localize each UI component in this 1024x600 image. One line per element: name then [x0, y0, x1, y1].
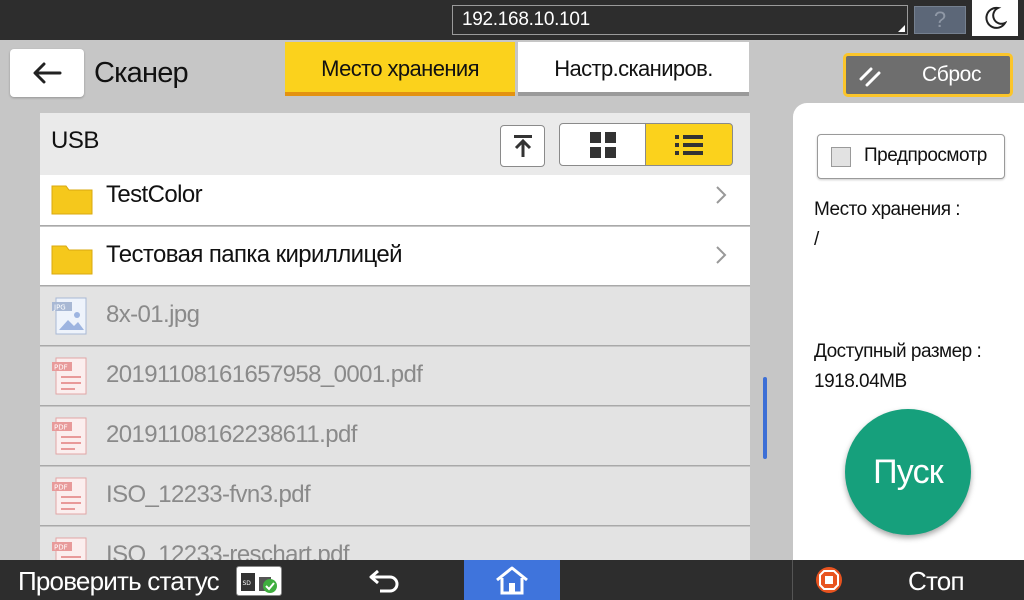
home-button[interactable]	[464, 560, 560, 600]
available-size-value: 1918.04MB	[814, 371, 907, 392]
item-name: Тестовая папка кириллицей	[106, 241, 403, 268]
moon-icon	[985, 6, 1007, 29]
item-name: ISO_12233-fvn3.pdf	[106, 481, 311, 508]
item-name: TestColor	[106, 181, 203, 208]
list-item[interactable]: TestColor	[40, 175, 750, 226]
arrow-left-icon	[33, 62, 62, 84]
chevron-right-icon	[716, 246, 727, 264]
list-item[interactable]: Тестовая папка кириллицей	[40, 227, 750, 286]
check-status-button[interactable]: Проверить статус	[18, 564, 220, 598]
svg-text:PDF: PDF	[54, 364, 68, 372]
address-field[interactable]: 192.168.10.101	[452, 5, 908, 35]
pdf-file-icon: PDF	[52, 477, 87, 515]
list-view-button[interactable]	[645, 123, 733, 166]
pdf-file-icon: PDF	[52, 357, 87, 395]
sd-card-status-icon[interactable]: SD	[236, 566, 282, 596]
address-text: 192.168.10.101	[462, 9, 590, 30]
path-bar: USB	[40, 113, 750, 175]
chevron-right-icon	[716, 186, 727, 204]
folder-icon	[51, 245, 93, 275]
scrollbar-thumb[interactable]	[763, 377, 767, 459]
list-item: PDF ISO_12233-reschart.pdf	[40, 527, 750, 560]
grid-icon	[589, 131, 616, 158]
available-size-label: Доступный размер :	[814, 341, 982, 362]
svg-text:SD: SD	[243, 580, 252, 587]
list-item: PDF 20191108162238611.pdf	[40, 407, 750, 466]
preview-label: Предпросмотр	[864, 145, 987, 166]
item-name: 20191108161657958_0001.pdf	[106, 361, 423, 388]
reset-icon	[859, 67, 881, 87]
scan-side-panel: Предпросмотр Место хранения : / Доступны…	[793, 103, 1024, 560]
reset-button[interactable]: Сброс	[843, 53, 1013, 97]
grid-view-button[interactable]	[559, 123, 646, 166]
item-name: 20191108162238611.pdf	[106, 421, 357, 448]
start-button[interactable]: Пуск	[845, 409, 971, 535]
preview-toggle[interactable]: Предпросмотр	[817, 134, 1005, 179]
back-button[interactable]	[10, 49, 84, 97]
reset-label: Сброс	[922, 63, 982, 86]
current-path: USB	[51, 127, 99, 154]
svg-text:JPG: JPG	[53, 304, 66, 312]
folder-icon	[51, 185, 93, 215]
list-item: PDF 20191108161657958_0001.pdf	[40, 347, 750, 406]
tab-scan-settings[interactable]: Настр.сканиров.	[518, 42, 749, 96]
jpg-file-icon: JPG	[52, 297, 87, 335]
list-item: PDF ISO_12233-fvn3.pdf	[40, 467, 750, 526]
storage-value: /	[814, 229, 819, 250]
pdf-file-icon: PDF	[52, 417, 87, 455]
help-button[interactable]: ?	[914, 6, 966, 34]
list-icon	[675, 134, 703, 155]
stop-icon[interactable]	[815, 566, 843, 594]
svg-text:PDF: PDF	[54, 544, 68, 552]
storage-label: Место хранения :	[814, 199, 961, 220]
list-item: JPG 8x-01.jpg	[40, 287, 750, 346]
resize-corner-icon	[898, 25, 905, 32]
parent-folder-button[interactable]	[500, 125, 545, 167]
item-name: 8x-01.jpg	[106, 301, 200, 328]
tab-storage[interactable]: Место хранения	[285, 42, 515, 96]
night-mode-button[interactable]	[972, 0, 1018, 36]
bottom-bar: Проверить статус SD Стоп	[0, 560, 1024, 600]
home-icon	[496, 566, 528, 595]
stop-button[interactable]: Стоп	[908, 564, 965, 598]
svg-text:PDF: PDF	[54, 424, 68, 432]
svg-text:PDF: PDF	[54, 484, 68, 492]
page-title: Сканер	[94, 57, 189, 89]
preview-checkbox[interactable]	[831, 147, 851, 167]
undo-arrow-icon	[369, 569, 399, 593]
top-bar: 192.168.10.101 ?	[0, 0, 1024, 40]
pdf-file-icon: PDF	[52, 537, 87, 560]
arrow-up-to-top-icon	[513, 135, 532, 157]
back-nav-button[interactable]	[362, 564, 410, 596]
item-name: ISO_12233-reschart.pdf	[106, 541, 350, 560]
divider	[792, 560, 793, 600]
file-list[interactable]: TestColor Тестовая папка кириллицей JPG …	[40, 175, 750, 560]
